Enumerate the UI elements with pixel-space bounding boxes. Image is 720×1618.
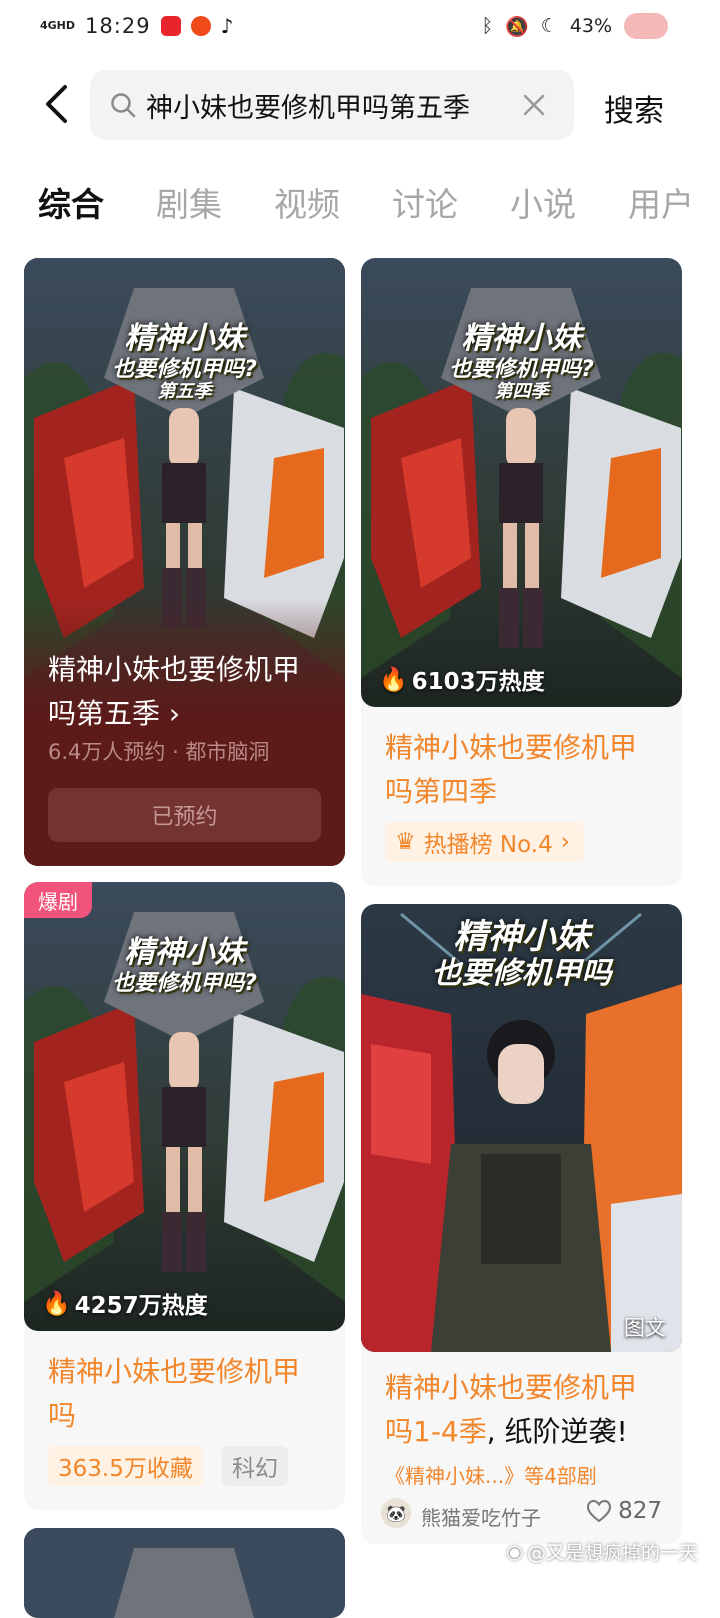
card-subtitle: 6.4万人预约 · 都市脑洞 xyxy=(48,740,270,764)
network-indicator: 4GHD xyxy=(40,19,76,32)
tab-novels[interactable]: 小说 xyxy=(510,178,576,226)
tab-users[interactable]: 用户 xyxy=(628,178,694,226)
battery-level: 43% xyxy=(569,15,612,37)
drama-card-season5[interactable]: 精神小妹 也要修机甲吗? 第五季 精神小妹也要修机甲吗第五季 › 6.4万人预约… xyxy=(24,258,345,866)
drama-card-main[interactable]: 爆剧 精神小妹 也要修机甲吗? 🔥 4257万热度 精神小妹也要修机甲吗 363… xyxy=(24,882,345,1510)
genre-tag[interactable]: 科幻 xyxy=(222,1446,288,1486)
status-bar: 4GHD 18:29 ♪ ᛒ 🔕 ☾ 43% xyxy=(0,0,720,52)
poster-image: 爆剧 精神小妹 也要修机甲吗? 🔥 4257万热度 xyxy=(24,882,345,1331)
app-notification-icon xyxy=(190,16,211,36)
poster-image: 精神小妹 也要修机甲吗? 第五季 xyxy=(24,258,345,866)
heat-indicator: 🔥 6103万热度 xyxy=(379,666,545,696)
avatar[interactable]: 🐼 xyxy=(381,1498,411,1528)
hot-badge: 爆剧 xyxy=(24,882,92,918)
tiktok-icon: ♪ xyxy=(220,14,234,38)
tab-videos[interactable]: 视频 xyxy=(274,178,340,226)
back-arrow-icon xyxy=(46,85,67,123)
poster-title: 精神小妹 也要修机甲吗? 第四季 xyxy=(449,321,594,402)
chevron-right-icon: › xyxy=(160,697,181,730)
poster-image: 精神小妹 也要修机甲吗? 第四季 🔥 6103万热度 xyxy=(361,258,682,707)
rank-badge[interactable]: ♛ 热播榜 No.4 › xyxy=(385,822,584,862)
search-box xyxy=(90,70,574,140)
image-text-tag: 图文 xyxy=(624,1316,666,1340)
back-button[interactable] xyxy=(34,82,78,126)
like-count: 827 xyxy=(618,1498,662,1524)
drama-card-season4[interactable]: 精神小妹 也要修机甲吗? 第四季 🔥 6103万热度 精神小妹也要修机甲吗第四季… xyxy=(361,258,682,886)
search-header: 搜索 xyxy=(0,68,720,144)
heart-icon xyxy=(587,1499,612,1523)
flame-icon: 🔥 xyxy=(379,666,408,693)
tab-comprehensive[interactable]: 综合 xyxy=(38,178,104,226)
search-input[interactable] xyxy=(144,88,514,122)
heat-indicator: 🔥 4257万热度 xyxy=(42,1290,208,1320)
clear-icon[interactable] xyxy=(514,85,554,125)
drama-card-next[interactable] xyxy=(24,1528,345,1618)
bluetooth-icon: ᛒ xyxy=(481,15,494,37)
reserved-button[interactable]: 已预约 xyxy=(48,788,321,842)
mute-icon: 🔕 xyxy=(505,15,529,38)
battery-icon xyxy=(624,13,668,39)
tab-series[interactable]: 剧集 xyxy=(156,178,222,226)
weibo-icon: ◉ xyxy=(506,1540,523,1563)
crown-icon: ♛ xyxy=(395,829,416,855)
card-title: 精神小妹也要修机甲吗 xyxy=(48,1355,301,1432)
related-dramas[interactable]: 《精神小妹...》等4部剧 xyxy=(385,1460,597,1489)
app-notification-icon xyxy=(160,16,181,36)
tab-discussion[interactable]: 讨论 xyxy=(392,178,458,226)
card-title: 精神小妹也要修机甲吗第四季 xyxy=(385,731,638,808)
poster-title: 精神小妹 也要修机甲吗? xyxy=(112,935,257,996)
search-icon xyxy=(110,92,136,118)
like-button[interactable]: 827 xyxy=(586,1498,662,1524)
chevron-right-icon: › xyxy=(560,829,570,855)
card-title: 精神小妹也要修机甲吗1-4季, 纸阶逆袭! xyxy=(385,1371,638,1448)
category-tabs: 综合 剧集 视频 讨论 小说 用户 xyxy=(0,178,720,228)
poster-image: 精神小妹 也要修机甲吗 图文 xyxy=(361,904,682,1352)
status-time: 18:29 xyxy=(85,14,151,38)
author-name[interactable]: 熊猫爱吃竹子 xyxy=(421,1502,541,1531)
card-title: 精神小妹也要修机甲吗第五季 › xyxy=(48,653,301,730)
flame-icon: 🔥 xyxy=(42,1290,71,1317)
do-not-disturb-icon: ☾ xyxy=(540,15,558,37)
poster-title: 精神小妹 也要修机甲吗? 第五季 xyxy=(112,321,257,402)
poster-title: 精神小妹 也要修机甲吗 xyxy=(431,917,612,992)
poster-image xyxy=(24,1528,345,1618)
collect-count: 363.5万收藏 xyxy=(48,1446,203,1486)
post-card[interactable]: 精神小妹 也要修机甲吗 图文 精神小妹也要修机甲吗1-4季, 纸阶逆袭! 《精神… xyxy=(361,904,682,1544)
search-button[interactable]: 搜索 xyxy=(604,86,664,130)
watermark: ◉ @又是想疯掉的一天 xyxy=(506,1540,698,1565)
